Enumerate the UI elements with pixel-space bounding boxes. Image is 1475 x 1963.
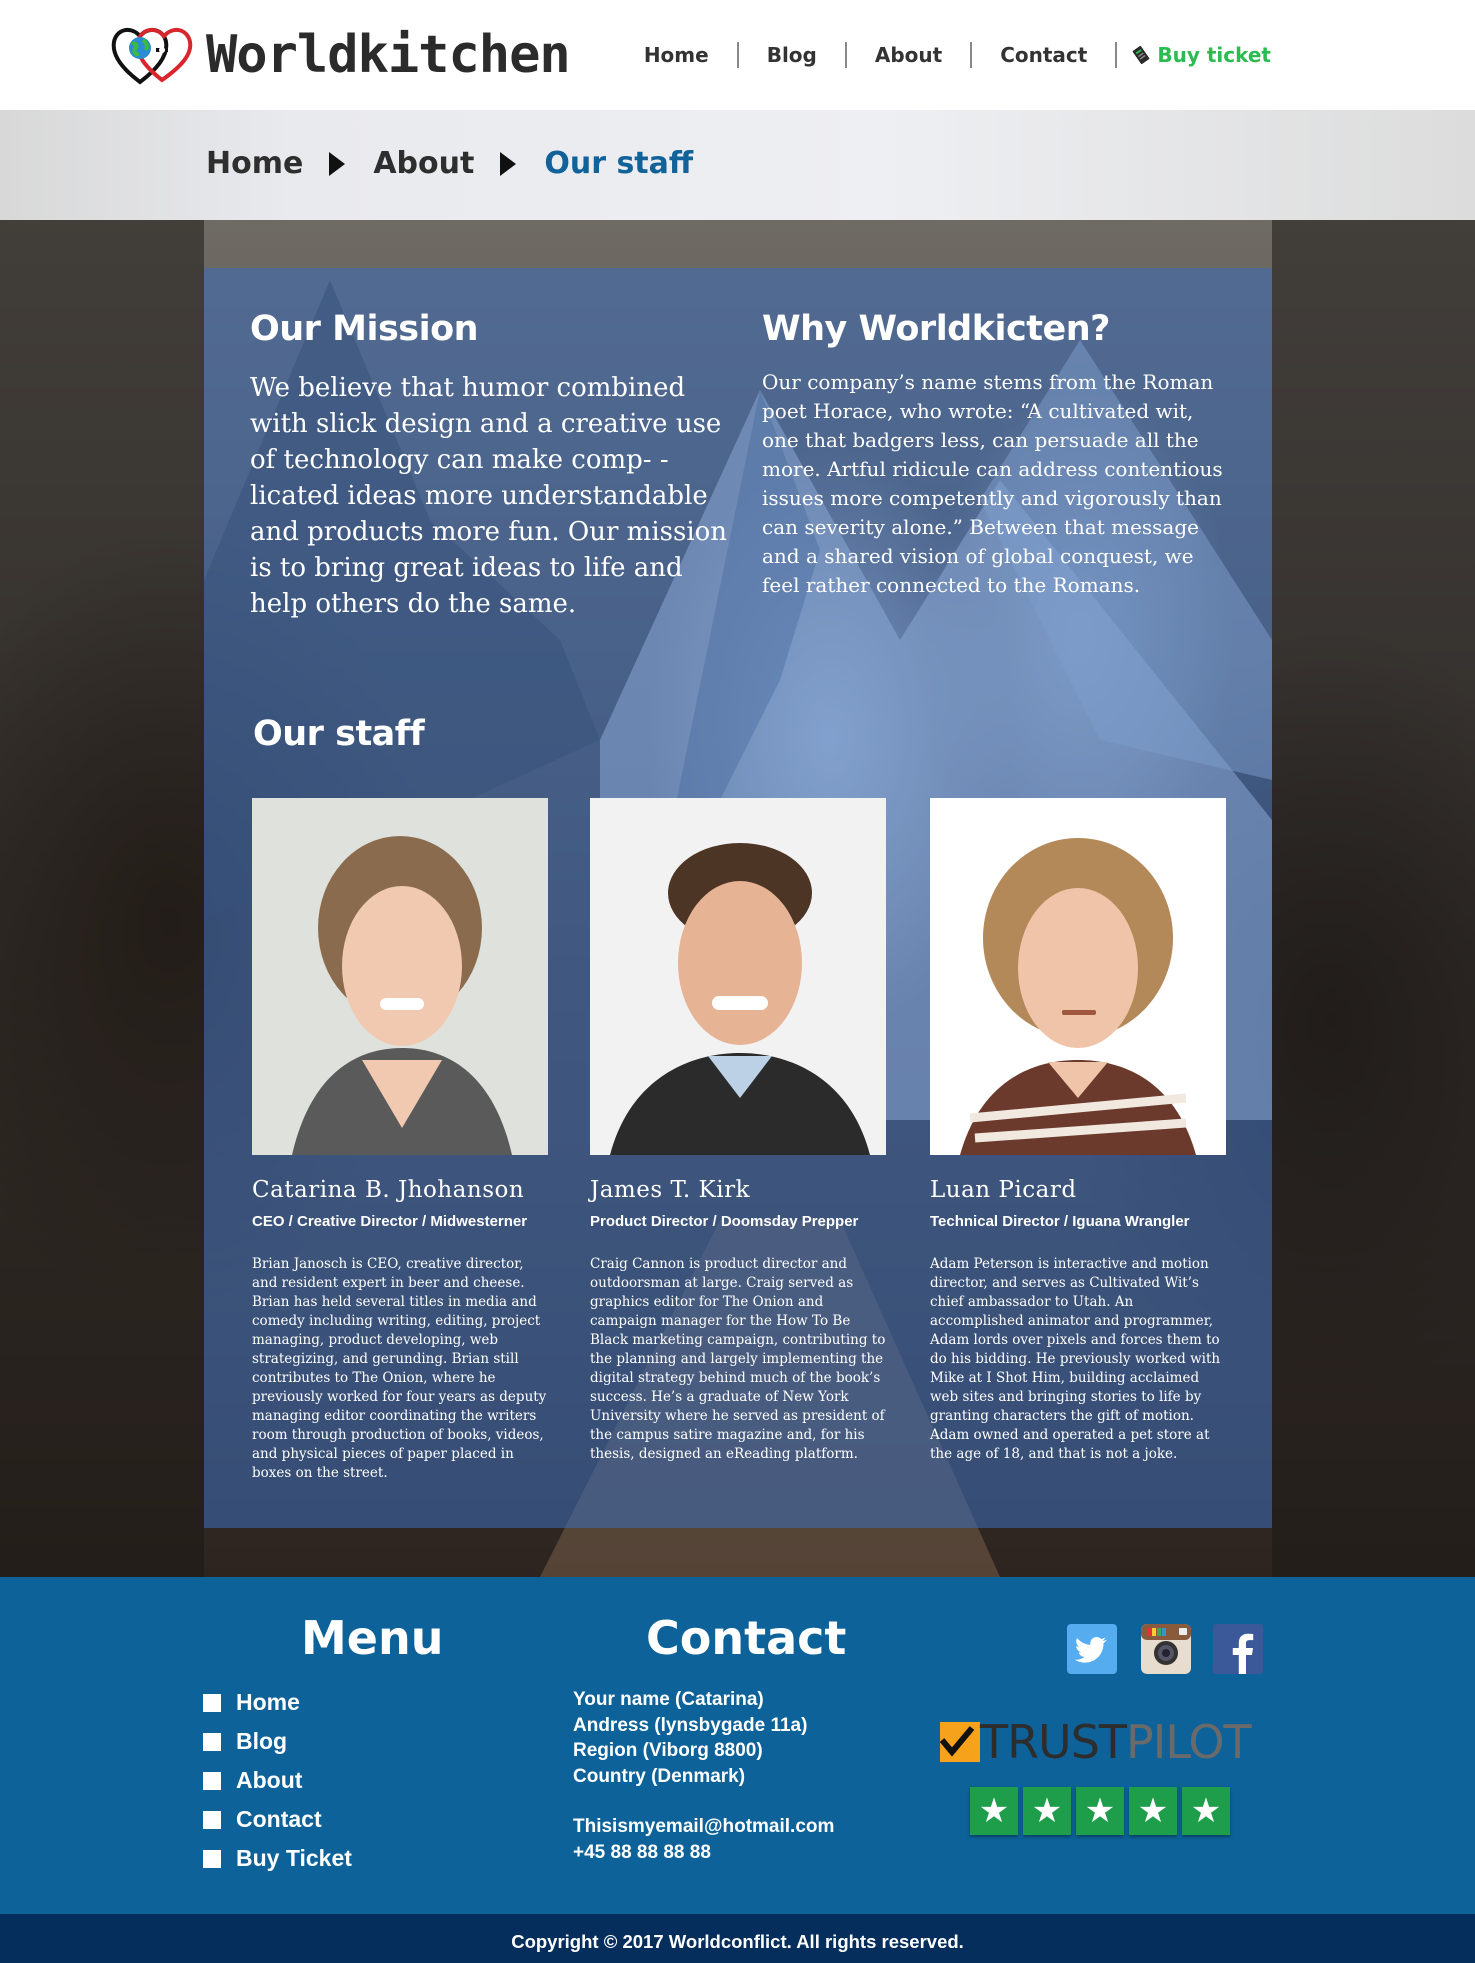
trustpilot-logo[interactable]: TRUSTPILOT xyxy=(940,1715,1252,1769)
staff-name: Luan Picard xyxy=(930,1177,1077,1203)
footer-menu-label: Buy Ticket xyxy=(236,1845,352,1871)
logo[interactable]: Worldkitchen xyxy=(110,22,571,88)
staff-bio: Adam Peterson is interactive and motion … xyxy=(930,1256,1221,1462)
nav-blog[interactable]: Blog xyxy=(739,43,845,67)
square-bullet-icon xyxy=(203,1732,221,1751)
why-title: Why Worldkicten? xyxy=(762,309,1110,349)
site-header: Worldkitchen Home Blog About Contact Buy… xyxy=(0,0,1475,110)
staff-photo xyxy=(252,798,548,1155)
staff-card: Catarina B. Jhohanson CEO / Creative Dir… xyxy=(252,798,548,1483)
site-footer: Menu Home Blog About Contact Buy Ticket … xyxy=(0,1577,1475,1914)
footer-menu-label: Contact xyxy=(236,1806,322,1832)
staff-bio: Craig Cannon is product director and out… xyxy=(590,1256,886,1462)
heart-globe-logo-icon xyxy=(111,27,193,85)
footer-menu-label: About xyxy=(236,1767,303,1793)
breadcrumb-band: Home About Our staff xyxy=(0,110,1475,220)
square-bullet-icon xyxy=(203,1693,221,1712)
trustpilot-mark-icon xyxy=(940,1722,980,1762)
breadcrumb-arrow-icon xyxy=(329,151,346,176)
facebook-icon[interactable] xyxy=(1213,1624,1263,1674)
mission-text: We believe that humor combined with slic… xyxy=(250,373,728,619)
breadcrumb-arrow-icon xyxy=(500,151,517,176)
twitter-icon[interactable] xyxy=(1067,1624,1117,1674)
trustpilot-trust: TRUST xyxy=(980,1715,1127,1769)
contact-name: Your name (Catarina) xyxy=(573,1689,764,1710)
staff-card: James T. Kirk Product Director / Doomsda… xyxy=(590,798,886,1464)
star-icon: ★ xyxy=(970,1787,1018,1835)
breadcrumb-about[interactable]: About xyxy=(373,146,474,181)
staff-bio: Brian Janosch is CEO, creative director,… xyxy=(252,1256,547,1481)
trustpilot-rating: ★ ★ ★ ★ ★ xyxy=(970,1787,1235,1835)
staff-role: Product Director / Doomsday Prepper xyxy=(590,1213,859,1230)
footer-menu-item-blog[interactable]: Blog xyxy=(203,1722,352,1761)
contact-country: Country (Denmark) xyxy=(573,1765,746,1787)
footer-contact-title: Contact xyxy=(646,1611,847,1665)
mission-title: Our Mission xyxy=(250,309,479,349)
staff-role: Technical Director / Iguana Wrangler xyxy=(930,1213,1190,1230)
nav-contact[interactable]: Contact xyxy=(972,43,1115,67)
star-icon: ★ xyxy=(1076,1787,1124,1835)
staff-name: James T. Kirk xyxy=(590,1177,751,1203)
buy-ticket-label: Buy ticket xyxy=(1157,43,1271,67)
nav-home[interactable]: Home xyxy=(644,43,737,67)
trustpilot-wordmark: TRUSTPILOT xyxy=(980,1715,1252,1769)
trustpilot-pilot: PILOT xyxy=(1126,1715,1252,1769)
square-bullet-icon xyxy=(203,1771,221,1790)
footer-menu-label: Home xyxy=(236,1689,300,1715)
copyright-bar: Copyright © 2017 Worldconflict. All righ… xyxy=(0,1914,1475,1963)
star-icon: ★ xyxy=(1129,1787,1177,1835)
why-text: Our company’s name stems from the Roman … xyxy=(762,370,1223,597)
breadcrumb-home[interactable]: Home xyxy=(206,146,303,181)
contact-phone: +45 88 88 88 88 xyxy=(573,1841,711,1863)
staff-card: Luan Picard Technical Director / Iguana … xyxy=(930,798,1226,1464)
staff-photo xyxy=(930,798,1226,1155)
square-bullet-icon xyxy=(203,1849,221,1868)
nav-about[interactable]: About xyxy=(847,43,970,67)
footer-menu-item-home[interactable]: Home xyxy=(203,1683,352,1722)
footer-menu-label: Blog xyxy=(236,1728,288,1754)
square-bullet-icon xyxy=(203,1810,221,1829)
contact-region: Region (Viborg 8800) xyxy=(573,1740,763,1761)
footer-menu: Home Blog About Contact Buy Ticket xyxy=(203,1683,352,1878)
staff-role: CEO / Creative Director / Midwesterner xyxy=(252,1213,528,1230)
star-icon: ★ xyxy=(1182,1787,1230,1835)
ticket-icon xyxy=(1133,45,1150,65)
staff-photo xyxy=(590,798,886,1155)
contact-address: Andress (lynsbygade 11a) xyxy=(573,1714,808,1736)
staff-name: Catarina B. Jhohanson xyxy=(252,1177,525,1203)
brand-name: Worldkitchen xyxy=(206,25,571,85)
footer-menu-item-buy-ticket[interactable]: Buy Ticket xyxy=(203,1839,352,1878)
footer-menu-title: Menu xyxy=(301,1611,444,1665)
contact-email[interactable]: Thisismyemail@hotmail.com xyxy=(573,1814,834,1840)
breadcrumb-current: Our staff xyxy=(544,146,694,181)
footer-contact-block: Your name (Catarina) Andress (lynsbygade… xyxy=(573,1687,834,1865)
instagram-icon[interactable] xyxy=(1141,1624,1191,1674)
nav-buy-ticket[interactable]: Buy ticket xyxy=(1117,43,1271,67)
breadcrumb: Home About Our staff xyxy=(206,146,693,181)
footer-menu-item-about[interactable]: About xyxy=(203,1761,352,1800)
staff-title: Our staff xyxy=(253,714,425,754)
footer-menu-item-contact[interactable]: Contact xyxy=(203,1800,352,1839)
star-icon: ★ xyxy=(1023,1787,1071,1835)
main-nav: Home Blog About Contact Buy ticket xyxy=(644,38,1271,72)
